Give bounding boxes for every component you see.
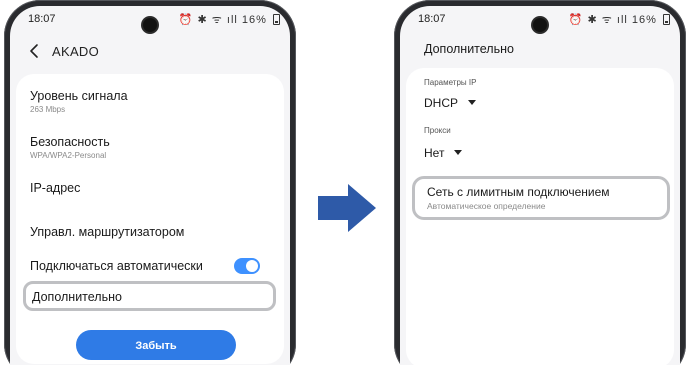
- caret-down-icon: [468, 100, 477, 105]
- auto-connect-item[interactable]: Подключаться автоматически: [30, 258, 274, 274]
- advanced-settings-screen: 18:07 ⏰ ✱ ᯤ ıll 16% Дополнительно Параме…: [400, 6, 680, 365]
- app-bar: AKADO: [10, 32, 290, 72]
- security-item: Безопасность WPA/WPA2-Personal: [30, 134, 274, 162]
- proxy-label: Прокси: [424, 126, 451, 135]
- advanced-item-highlight[interactable]: Дополнительно: [23, 281, 276, 311]
- status-icon-glyphs: ⏰ ✱ ᯤ ıll: [178, 14, 238, 26]
- router-management-label: Управл. маршрутизатором: [30, 225, 185, 239]
- ip-settings-value: DHCP: [424, 96, 459, 110]
- ip-settings-dropdown[interactable]: DHCP: [424, 96, 477, 110]
- signal-strength-item: Уровень сигнала 263 Mbps: [30, 88, 274, 116]
- signal-strength-label: Уровень сигнала: [30, 89, 128, 103]
- ip-settings-label: Параметры IP: [424, 78, 477, 87]
- network-name-title: AKADO: [52, 44, 100, 59]
- ip-address-item[interactable]: IP-адрес: [30, 180, 274, 196]
- toggle-knob: [246, 260, 258, 272]
- phone-left: 18:07 ⏰ ✱ ᯤ ıll 16% AKADO Уровень сигнал…: [4, 0, 296, 365]
- signal-strength-value: 263 Mbps: [30, 105, 66, 114]
- ip-address-label: IP-адрес: [30, 181, 81, 195]
- proxy-dropdown[interactable]: Нет: [424, 146, 463, 160]
- wifi-network-screen: 18:07 ⏰ ✱ ᯤ ıll 16% AKADO Уровень сигнал…: [10, 6, 290, 365]
- caret-down-icon: [454, 150, 463, 155]
- camera-icon: [143, 18, 157, 32]
- status-time: 18:07: [28, 13, 56, 25]
- status-time: 18:07: [418, 13, 446, 25]
- tutorial-stage: 18:07 ⏰ ✱ ᯤ ıll 16% AKADO Уровень сигнал…: [0, 0, 700, 365]
- camera-icon: [533, 18, 547, 32]
- battery-icon: [273, 14, 280, 25]
- page-title: Дополнительно: [424, 42, 514, 56]
- phone-right: 18:07 ⏰ ✱ ᯤ ıll 16% Дополнительно Параме…: [394, 0, 686, 365]
- battery-percent: 16%: [631, 14, 657, 26]
- right-arrow-icon: [318, 184, 376, 232]
- metered-network-subtitle: Автоматическое определение: [427, 201, 546, 211]
- metered-network-title: Сеть с лимитным подключением: [427, 185, 610, 199]
- auto-connect-toggle[interactable]: [234, 258, 260, 274]
- status-icon-glyphs: ⏰ ✱ ᯤ ıll: [568, 14, 628, 26]
- status-icons: ⏰ ✱ ᯤ ıll 16%: [179, 12, 280, 27]
- security-label: Безопасность: [30, 135, 110, 149]
- battery-percent: 16%: [241, 14, 267, 26]
- router-management-item[interactable]: Управл. маршрутизатором: [30, 224, 274, 240]
- security-value: WPA/WPA2-Personal: [30, 151, 107, 160]
- network-details-card: Уровень сигнала 263 Mbps Безопасность WP…: [16, 74, 284, 364]
- advanced-label: Дополнительно: [32, 290, 122, 304]
- forget-button[interactable]: Забыть: [76, 330, 236, 360]
- metered-network-item[interactable]: Сеть с лимитным подключением Автоматичес…: [412, 176, 670, 220]
- back-arrow-icon[interactable]: [26, 42, 44, 60]
- advanced-settings-card: Параметры IP DHCP Прокси Нет Сеть с лими…: [406, 68, 674, 365]
- proxy-value: Нет: [424, 146, 445, 160]
- status-icons: ⏰ ✱ ᯤ ıll 16%: [569, 12, 670, 27]
- battery-icon: [663, 14, 670, 25]
